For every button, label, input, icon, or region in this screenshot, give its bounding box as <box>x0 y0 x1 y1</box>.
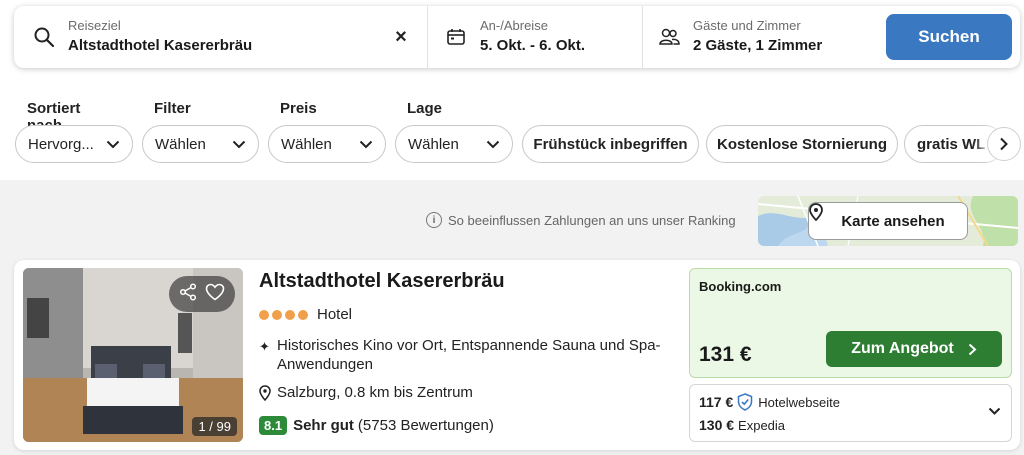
hotel-rating[interactable]: 8.1 Sehr gut (5753 Bewertungen) <box>259 416 494 435</box>
guests-icon <box>657 25 681 49</box>
chevron-down-icon <box>232 137 246 151</box>
filter-value: Wählen <box>155 135 206 153</box>
map-button-label: Karte ansehen <box>841 212 945 230</box>
price-value: Wählen <box>281 135 332 153</box>
location-group: Lage <box>395 100 442 122</box>
destination-value: Altstadthotel Kasererbräu <box>68 37 253 54</box>
review-count: (5753 Bewertungen) <box>357 417 494 434</box>
hotel-location: Salzburg, 0.8 km bis Zentrum <box>259 384 473 401</box>
price-group: Preis <box>268 100 317 122</box>
star-icon <box>285 309 295 320</box>
scroll-right-button[interactable] <box>987 127 1021 161</box>
ranking-note-text: So beeinflussen Zahlungen an uns unser R… <box>448 212 736 228</box>
tag-breakfast[interactable]: Frühstück inbegriffen <box>522 125 699 163</box>
rating-word: Sehr gut <box>293 417 354 434</box>
chevron-down-icon[interactable] <box>988 407 1001 416</box>
location-dropdown[interactable]: Wählen <box>395 125 513 163</box>
hotel-type: Hotel <box>317 306 353 323</box>
location-value: Wählen <box>408 135 459 153</box>
hotel-name[interactable]: Altstadthotel Kasererbräu <box>259 270 505 293</box>
dates-field[interactable]: An-/Abreise 5. Okt. - 6. Okt. <box>428 6 643 68</box>
guests-field[interactable]: Gäste und Zimmer 2 Gäste, 1 Zimmer <box>643 6 883 68</box>
clear-destination-button[interactable]: × <box>389 25 413 49</box>
photo-actions <box>169 276 235 312</box>
alt-offer-row[interactable]: 130 € Expedia <box>699 417 785 433</box>
price-dropdown[interactable]: Wählen <box>268 125 386 163</box>
search-bar: Reiseziel Altstadthotel Kasererbräu × An… <box>14 6 1020 68</box>
alt-offer-provider: Expedia <box>738 417 786 433</box>
alt-offer-provider: Hotelwebseite <box>758 394 840 410</box>
guests-value: 2 Gäste, 1 Zimmer <box>693 37 823 54</box>
shield-check-icon <box>737 393 753 411</box>
search-icon <box>32 25 56 49</box>
star-icon <box>272 309 282 320</box>
guests-label: Gäste und Zimmer <box>693 18 801 33</box>
star-icon <box>259 309 269 320</box>
destination-field[interactable]: Reiseziel Altstadthotel Kasererbräu × <box>14 6 428 68</box>
hotel-features: ✦ Historisches Kino vor Ort, Entspannend… <box>259 336 669 374</box>
offer-price: 131 € <box>699 343 752 366</box>
dates-label: An-/Abreise <box>480 18 548 33</box>
price-title: Preis <box>280 100 317 117</box>
hotel-photo[interactable]: 1 / 99 <box>23 268 243 442</box>
alt-offer-row[interactable]: 117 € Hotelwebseite <box>699 393 840 411</box>
filter-dropdown[interactable]: Wählen <box>142 125 259 163</box>
sort-title: Sortiert nach <box>27 100 81 134</box>
tag-free-cancellation[interactable]: Kostenlose Stornierung <box>706 125 898 163</box>
star-icon <box>298 309 308 320</box>
chevron-right-icon <box>1000 137 1008 151</box>
calendar-icon <box>444 25 468 49</box>
share-icon[interactable] <box>179 282 197 306</box>
hotel-stars: Hotel <box>259 306 352 323</box>
map-view-button[interactable]: Karte ansehen <box>808 202 968 240</box>
alt-offer-price: 130 € <box>699 417 735 433</box>
photo-counter: 1 / 99 <box>192 417 237 436</box>
hotel-location-text: Salzburg, 0.8 km bis Zentrum <box>277 384 473 401</box>
sort-dropdown[interactable]: Hervorg... <box>15 125 133 163</box>
location-pin-icon <box>259 384 277 401</box>
alternative-offers[interactable]: 117 € Hotelwebseite 130 € Expedia <box>689 384 1012 442</box>
location-title: Lage <box>407 100 443 117</box>
destination-label: Reiseziel <box>68 18 121 33</box>
chevron-down-icon <box>486 137 500 151</box>
sparkle-icon: ✦ <box>259 339 270 354</box>
hotel-features-text: Historisches Kino vor Ort, Entspannende … <box>277 337 661 373</box>
view-deal-button[interactable]: Zum Angebot <box>826 331 1002 367</box>
chevron-down-icon <box>106 137 120 151</box>
hotel-result-card: 1 / 99 Altstadthotel Kasererbräu Hotel ✦… <box>14 260 1020 450</box>
info-icon: i <box>426 212 442 228</box>
ranking-note[interactable]: i So beeinflussen Zahlungen an uns unser… <box>426 212 736 228</box>
sort-value: Hervorg... <box>28 135 94 153</box>
search-button[interactable]: Suchen <box>886 14 1012 60</box>
filter-group: Filter <box>142 100 191 122</box>
view-deal-label: Zum Angebot <box>851 340 954 357</box>
offer-provider: Booking.com <box>699 279 782 294</box>
heart-icon[interactable] <box>205 283 225 306</box>
map-preview[interactable]: Karte ansehen <box>758 196 1018 246</box>
chevron-right-icon <box>968 343 977 356</box>
sort-group: Sortiert nach <box>15 100 81 134</box>
rating-score-badge: 8.1 <box>259 416 288 435</box>
alt-offer-price: 117 € <box>699 394 734 410</box>
top-offer[interactable]: Booking.com 131 € Zum Angebot <box>689 268 1012 378</box>
chevron-down-icon <box>359 137 373 151</box>
filter-title: Filter <box>154 100 191 117</box>
dates-value: 5. Okt. - 6. Okt. <box>480 37 586 54</box>
